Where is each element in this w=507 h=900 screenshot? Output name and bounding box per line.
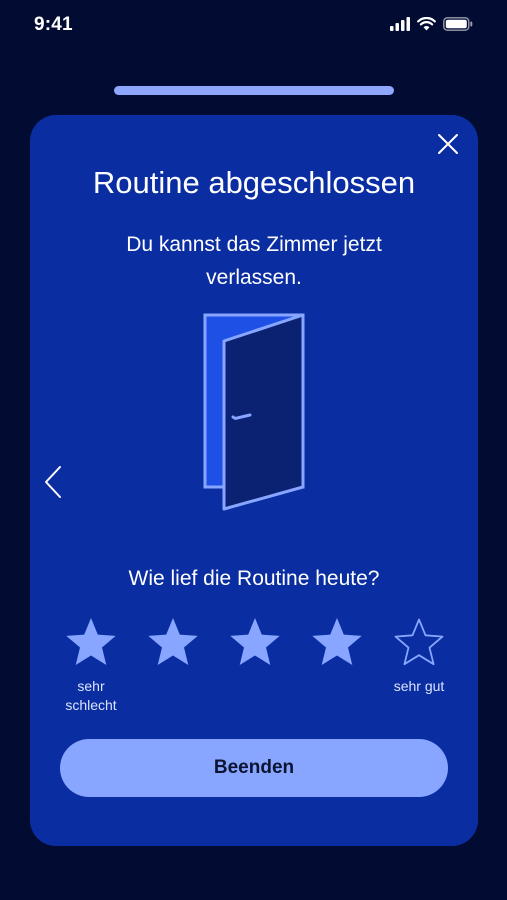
routine-complete-dialog: Routine abgeschlossen Du kannst das Zimm… xyxy=(30,115,478,846)
star-filled-icon xyxy=(148,618,198,665)
cellular-signal-icon xyxy=(390,17,410,31)
status-icons xyxy=(390,17,473,31)
wifi-icon xyxy=(417,17,436,31)
star-rating xyxy=(60,615,450,675)
chevron-left-icon xyxy=(45,466,61,498)
star-4[interactable] xyxy=(308,615,366,673)
status-time: 9:41 xyxy=(34,14,73,35)
finish-button[interactable]: Beenden xyxy=(60,739,448,797)
rating-question: Wie lief die Routine heute? xyxy=(128,567,380,590)
star-filled-icon xyxy=(66,618,116,665)
rating-low-label: sehr schlecht xyxy=(65,678,117,713)
dialog-title: Routine abgeschlossen xyxy=(92,165,416,200)
previous-button[interactable] xyxy=(42,465,64,499)
star-2[interactable] xyxy=(144,615,202,673)
dialog-subtitle: Du kannst das Zimmer jetzt verlassen. xyxy=(126,233,382,289)
star-outline-icon xyxy=(394,618,444,666)
star-filled-icon xyxy=(312,618,362,665)
close-button[interactable] xyxy=(436,132,460,156)
battery-icon xyxy=(443,17,473,31)
star-3[interactable] xyxy=(226,615,284,673)
open-door-icon xyxy=(203,313,305,511)
rating-high-label: sehr gut xyxy=(393,678,445,694)
sheet-drag-handle[interactable] xyxy=(114,86,394,95)
star-filled-icon xyxy=(230,618,280,665)
star-1[interactable] xyxy=(62,615,120,673)
star-5[interactable] xyxy=(390,615,448,673)
status-bar: 9:41 xyxy=(0,0,507,54)
close-icon xyxy=(438,134,458,154)
